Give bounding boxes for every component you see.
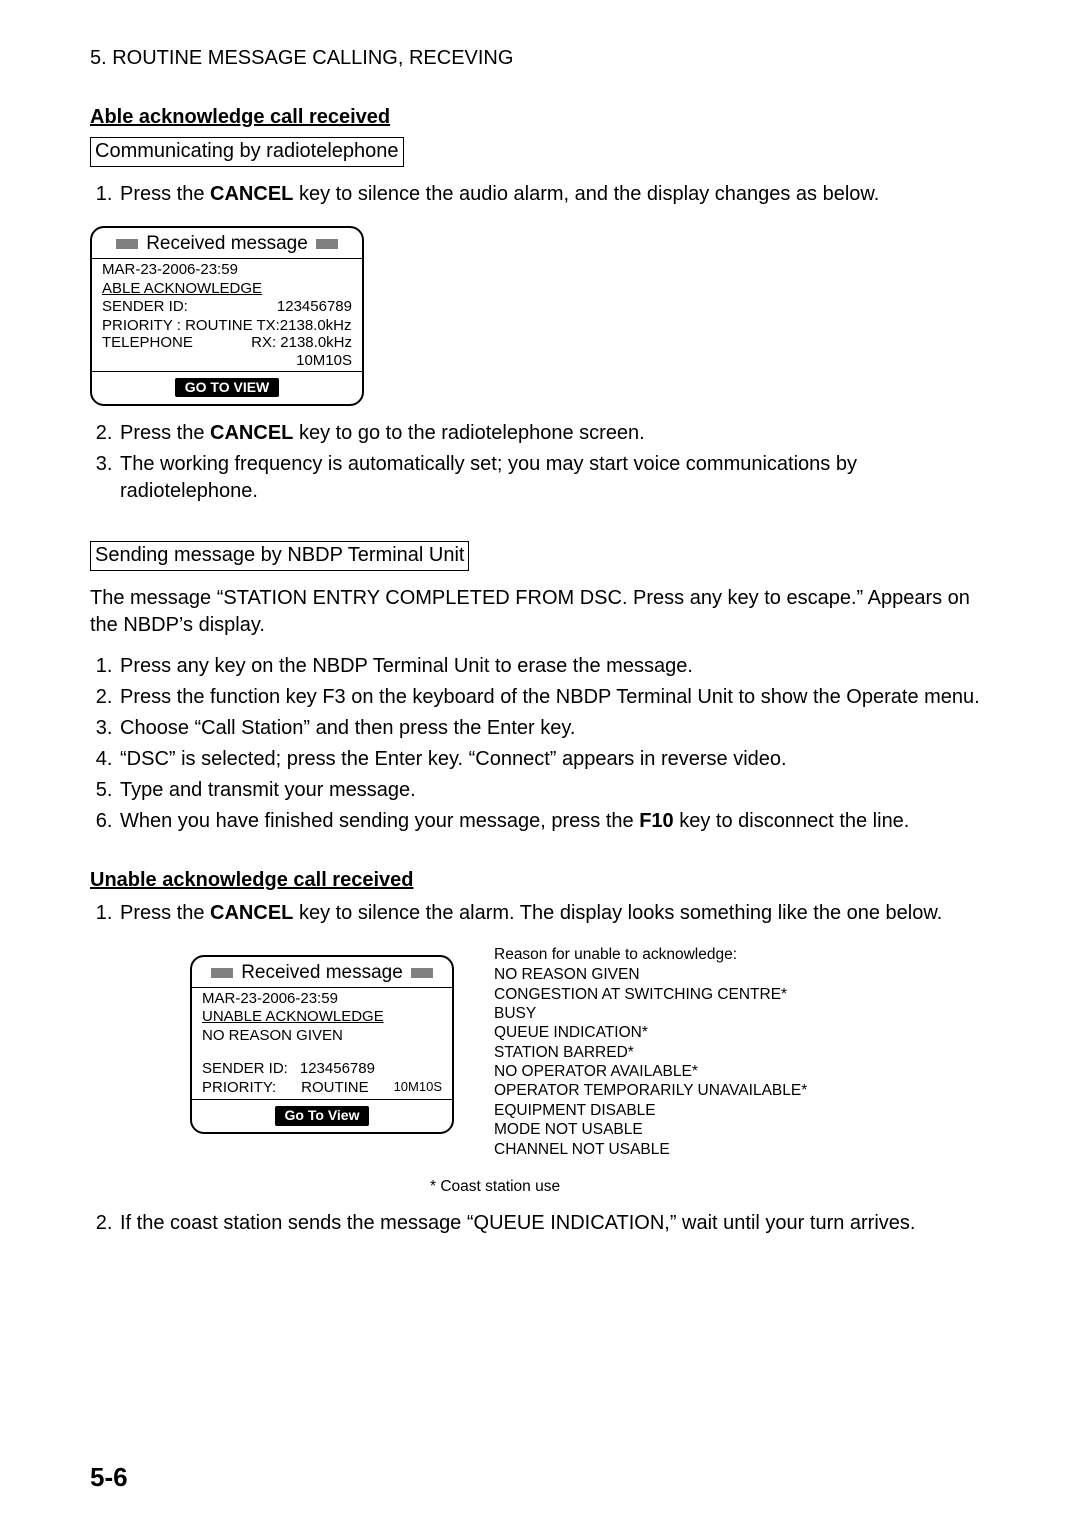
device-ack-line: UNABLE ACKNOWLEDGE — [202, 1008, 384, 1027]
go-to-view-button: Go To View — [275, 1106, 370, 1126]
device-reason: NO REASON GIVEN — [202, 1027, 442, 1046]
steps-unable: Press the CANCEL key to silence the alar… — [90, 900, 1000, 927]
reason-item: OPERATOR TEMPORARILY UNAVAILABLE* — [494, 1081, 807, 1100]
sender-id-value: 123456789 — [277, 298, 352, 317]
device-row: TELEPHONE RX: 2138.0kHz — [102, 334, 352, 351]
reason-item: EQUIPMENT DISABLE — [494, 1101, 807, 1120]
step-item: Press the CANCEL key to silence the alar… — [118, 900, 1000, 927]
reason-item: CONGESTION AT SWITCHING CENTRE* — [494, 985, 807, 1004]
step-text: key to silence the audio alarm, and the … — [293, 183, 879, 205]
step-text: Press the — [120, 183, 210, 205]
reason-item: MODE NOT USABLE — [494, 1120, 807, 1139]
step-item: Press the function key F3 on the keyboar… — [118, 684, 1000, 711]
device-body: MAR-23-2006-23:59 ABLE ACKNOWLEDGE SENDE… — [92, 259, 362, 376]
reason-item: NO OPERATOR AVAILABLE* — [494, 1062, 807, 1081]
heading-able-ack: Able acknowledge call received — [90, 104, 1000, 131]
priority-label: PRIORITY: — [202, 1079, 276, 1098]
sender-id-value: 123456789 — [300, 1060, 375, 1079]
timer-value: 10M10S — [296, 352, 352, 369]
reason-item: QUEUE INDICATION* — [494, 1023, 807, 1042]
device-row: SENDER ID: 123456789 — [202, 1060, 442, 1079]
subheading-radiotelephone: Communicating by radiotelephone — [90, 137, 404, 167]
priority-value: ROUTINE — [276, 1079, 393, 1098]
device-header: Received message — [192, 957, 452, 988]
page-number: 5-6 — [90, 1460, 128, 1495]
reasons-header: Reason for unable to acknowledge: — [494, 945, 807, 964]
device-row: 10M10S — [102, 352, 352, 369]
step-text: key to silence the alarm. The display lo… — [293, 902, 942, 924]
device-footer: GO TO VIEW — [92, 376, 362, 404]
unable-reasons-list: Reason for unable to acknowledge: NO REA… — [494, 945, 807, 1159]
device-row: PRIORITY: ROUTINE 10M10S — [202, 1079, 442, 1098]
reason-item: NO REASON GIVEN — [494, 965, 807, 984]
step-item: “DSC” is selected; press the Enter key. … — [118, 746, 1000, 773]
device-separator — [92, 371, 362, 372]
header-bar-icon — [116, 239, 138, 249]
step-text: When you have finished sending your mess… — [120, 810, 639, 832]
device-timestamp: MAR-23-2006-23:59 — [102, 261, 352, 280]
device-row: SENDER ID: 123456789 — [102, 298, 352, 317]
reason-item: STATION BARRED* — [494, 1043, 807, 1062]
step-item: The working frequency is automatically s… — [118, 451, 1000, 505]
step-text: key to disconnect the line. — [674, 810, 910, 832]
step-text: key to go to the radiotelephone screen. — [293, 422, 644, 444]
device-row: PRIORITY : ROUTINE TX:2138.0kHz — [102, 317, 352, 334]
device-footer: Go To View — [192, 1104, 452, 1132]
priority-line: PRIORITY : ROUTINE TX:2138.0kHz — [102, 317, 352, 334]
step-item: Choose “Call Station” and then press the… — [118, 715, 1000, 742]
steps-able-radiotel: Press the CANCEL key to silence the audi… — [90, 181, 1000, 208]
step-item: If the coast station sends the message “… — [118, 1210, 1000, 1237]
header-bar-icon — [211, 968, 233, 978]
sender-id-label: SENDER ID: — [202, 1060, 288, 1079]
device-display-unable: Received message MAR-23-2006-23:59 UNABL… — [190, 955, 454, 1135]
steps-unable-cont: If the coast station sends the message “… — [90, 1210, 1000, 1237]
header-bar-icon — [316, 239, 338, 249]
device-ack-line: ABLE ACKNOWLEDGE — [102, 280, 262, 299]
step-item: Type and transmit your message. — [118, 777, 1000, 804]
reasons-footnote: * Coast station use — [430, 1177, 1000, 1198]
timer-value: 10M10S — [394, 1079, 442, 1098]
reason-item: BUSY — [494, 1004, 807, 1023]
key-name: CANCEL — [210, 183, 293, 205]
step-item: Press any key on the NBDP Terminal Unit … — [118, 653, 1000, 680]
header-bar-icon — [411, 968, 433, 978]
device-display-able: Received message MAR-23-2006-23:59 ABLE … — [90, 226, 364, 406]
sender-id-label: SENDER ID: — [102, 298, 188, 317]
steps-nbdp: Press any key on the NBDP Terminal Unit … — [90, 653, 1000, 835]
unable-display-row: Received message MAR-23-2006-23:59 UNABL… — [190, 945, 1000, 1159]
key-name: CANCEL — [210, 902, 293, 924]
step-item: When you have finished sending your mess… — [118, 808, 1000, 835]
device-timestamp: MAR-23-2006-23:59 — [202, 990, 442, 1009]
key-name: CANCEL — [210, 422, 293, 444]
steps-able-radiotel-cont: Press the CANCEL key to go to the radiot… — [90, 420, 1000, 505]
device-separator — [192, 1099, 452, 1100]
step-text: Press the — [120, 422, 210, 444]
step-item: Press the CANCEL key to go to the radiot… — [118, 420, 1000, 447]
subheading-nbdp: Sending message by NBDP Terminal Unit — [90, 541, 469, 571]
device-title: Received message — [241, 961, 403, 985]
telephone-label: TELEPHONE — [102, 334, 193, 351]
key-name: F10 — [639, 810, 673, 832]
device-header: Received message — [92, 228, 362, 259]
chapter-title: 5. ROUTINE MESSAGE CALLING, RECEVING — [90, 45, 1000, 72]
go-to-view-button: GO TO VIEW — [175, 378, 280, 398]
page: 5. ROUTINE MESSAGE CALLING, RECEVING Abl… — [0, 0, 1080, 1527]
heading-unable-ack: Unable acknowledge call received — [90, 867, 1000, 894]
reason-item: CHANNEL NOT USABLE — [494, 1140, 807, 1159]
rx-line: RX: 2138.0kHz — [251, 334, 352, 351]
device-body: MAR-23-2006-23:59 UNABLE ACKNOWLEDGE NO … — [192, 988, 452, 1105]
device-title: Received message — [146, 232, 308, 256]
nbdp-intro: The message “STATION ENTRY COMPLETED FRO… — [90, 585, 1000, 639]
step-item: Press the CANCEL key to silence the audi… — [118, 181, 1000, 208]
step-text: Press the — [120, 902, 210, 924]
